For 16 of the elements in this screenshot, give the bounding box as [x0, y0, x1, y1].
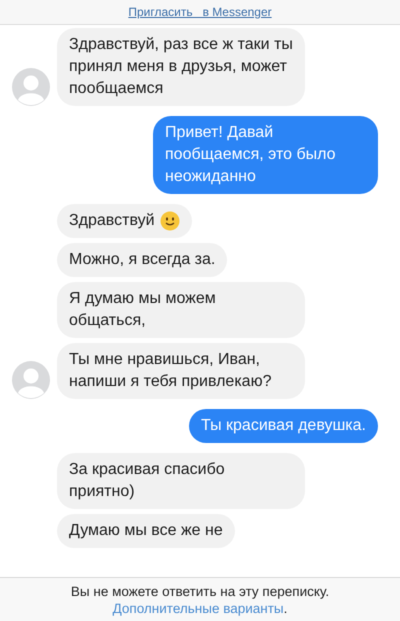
message-text: Здравствуй, раз все ж таки ты принял меня в друзья, может пообщаемся: [69, 35, 293, 99]
message-text: Ты мне нравишься, Иван, напиши я тебя привлекаю?: [69, 350, 272, 392]
smiley-icon: [160, 211, 180, 231]
message-text: Я думаю мы можем общаться,: [69, 289, 217, 331]
notice-text: Вы не можете ответить на эту переписку.: [70, 582, 330, 600]
options-link[interactable]: Дополнительные варианты: [112, 600, 284, 616]
message-text: Здравствуй: [69, 211, 155, 231]
message-text: Ты красивая девушка.: [201, 416, 366, 436]
message-text: Можно, я всегда за.: [69, 250, 216, 270]
period-text: .: [284, 600, 288, 616]
invite-link[interactable]: Пригласить в Messenger: [128, 5, 272, 19]
avatar-icon[interactable]: [12, 68, 50, 106]
message-text: Думаю мы все же не: [69, 521, 223, 541]
message-text: Привет! Давай пообщаемся, это было неожиданно: [165, 123, 337, 187]
avatar-icon[interactable]: [12, 361, 50, 399]
message-text: За красивая спасибо приятно): [69, 460, 226, 502]
